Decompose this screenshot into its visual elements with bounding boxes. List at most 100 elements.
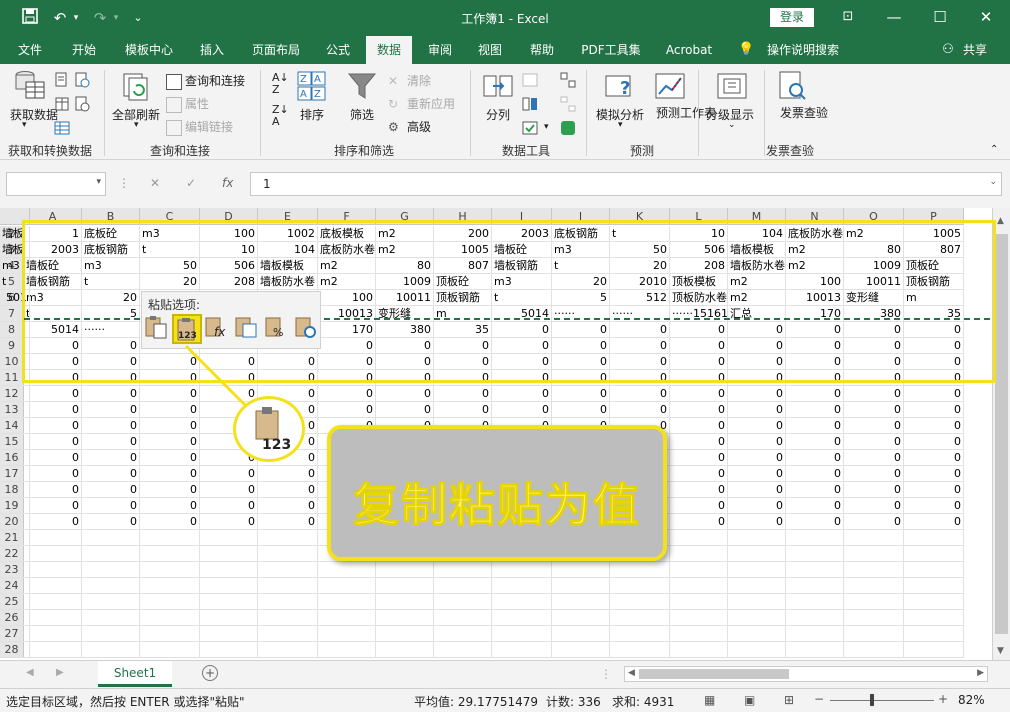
grid-cell[interactable]: 0 (24, 434, 82, 450)
grid-cell[interactable]: 0 (24, 514, 82, 530)
grid-cell[interactable] (258, 562, 318, 578)
grid-cell[interactable]: t (82, 274, 140, 290)
grid-cell[interactable]: 0 (904, 434, 964, 450)
column-header[interactable]: O (844, 208, 904, 225)
tab-help[interactable]: 帮助 (522, 36, 562, 64)
grid-cell[interactable]: 底板钢筋 (552, 226, 610, 242)
grid-cell[interactable]: 0 (318, 354, 376, 370)
grid-cell[interactable]: 墙板 (0, 242, 30, 258)
grid-cell[interactable]: 0 (492, 386, 552, 402)
grid-cell[interactable]: 10 (670, 226, 728, 242)
grid-cell[interactable]: 0 (140, 386, 200, 402)
what-if-dropdown-icon[interactable]: ▾ (618, 120, 623, 130)
grid-cell[interactable]: 0 (844, 338, 904, 354)
grid-cell[interactable] (0, 514, 30, 530)
grid-cell[interactable] (844, 562, 904, 578)
queries-connections-button[interactable]: 查询和连接 (166, 72, 245, 90)
column-header[interactable]: G (376, 208, 434, 225)
prev-sheet-icon[interactable]: ◀ (26, 667, 34, 678)
grid-cell[interactable]: 0 (904, 418, 964, 434)
minimize-button[interactable]: — (882, 6, 906, 28)
grid-cell[interactable]: 1005 (904, 226, 964, 242)
grid-cell[interactable] (0, 338, 30, 354)
grid-cell[interactable] (140, 578, 200, 594)
grid-cell[interactable]: 墙板模板 (728, 242, 786, 258)
grid-cell[interactable] (670, 578, 728, 594)
grid-cell[interactable] (0, 434, 30, 450)
invoice-check-button[interactable]: 发票查验 (780, 106, 828, 120)
grid-cell[interactable]: 底板砼 (82, 226, 140, 242)
grid-cell[interactable]: 512 (610, 290, 670, 306)
grid-cell[interactable]: 0 (844, 498, 904, 514)
relationships-icon[interactable] (560, 96, 576, 112)
grid-cell[interactable]: 0 (728, 514, 786, 530)
grid-cell[interactable] (24, 530, 82, 546)
grid-cell[interactable]: 50 (140, 258, 200, 274)
zoom-in-icon[interactable]: + (938, 692, 948, 706)
grid-cell[interactable]: 200 (434, 226, 492, 242)
grid-cell[interactable]: 380 (376, 322, 434, 338)
scroll-up-icon[interactable]: ▲ (997, 216, 1004, 226)
grid-cell[interactable]: 0 (24, 354, 82, 370)
tab-formulas[interactable]: 公式 (318, 36, 358, 64)
grid-cell[interactable]: 0 (844, 402, 904, 418)
grid-cell[interactable]: 0 (844, 354, 904, 370)
grid-cell[interactable]: 0 (728, 386, 786, 402)
grid-cell[interactable]: 0 (24, 498, 82, 514)
grid-cell[interactable]: 0 (376, 402, 434, 418)
grid-cell[interactable] (552, 642, 610, 658)
grid-cell[interactable] (318, 594, 376, 610)
tab-split-grip-icon[interactable]: ⋮ (600, 667, 612, 681)
horizontal-scroll-thumb[interactable] (639, 669, 789, 679)
grid-cell[interactable]: 0 (786, 370, 844, 386)
grid-cell[interactable]: m3 (552, 242, 610, 258)
grid-cell[interactable]: 0 (904, 482, 964, 498)
grid-cell[interactable]: 0 (200, 370, 258, 386)
grid-cell[interactable] (904, 610, 964, 626)
name-box[interactable]: ▾ (6, 172, 106, 196)
enter-icon[interactable]: ✓ (186, 176, 196, 190)
grid-cell[interactable]: 0 (376, 370, 434, 386)
from-text-icon[interactable] (54, 72, 70, 88)
grid-cell[interactable] (786, 642, 844, 658)
grid-cell[interactable]: 5 (552, 290, 610, 306)
add-sheet-icon[interactable]: + (202, 665, 218, 681)
grid-cell[interactable]: 0 (318, 338, 376, 354)
grid-cell[interactable] (670, 594, 728, 610)
normal-view-icon[interactable]: ▦ (704, 693, 715, 707)
grid-cell[interactable]: 0 (200, 386, 258, 402)
grid-cell[interactable] (844, 530, 904, 546)
grid-cell[interactable] (0, 370, 30, 386)
grid-cell[interactable]: 0 (670, 402, 728, 418)
grid-cell[interactable]: m3 (140, 226, 200, 242)
grid-cell[interactable]: 墙板 (0, 226, 30, 242)
grid-cell[interactable]: 顶板防水卷 (670, 290, 728, 306)
advanced-button[interactable]: ⚙ 高级 (388, 118, 431, 136)
grid-cell[interactable]: 0 (140, 418, 200, 434)
grid-cell[interactable]: 100 (318, 290, 376, 306)
grid-cell[interactable]: 0 (904, 338, 964, 354)
grid-cell[interactable]: 0 (904, 354, 964, 370)
grid-cell[interactable]: 506 (670, 242, 728, 258)
grid-cell[interactable]: 底板防水卷 (318, 242, 376, 258)
get-data-dropdown-icon[interactable]: ▾ (22, 120, 27, 130)
grid-cell[interactable] (434, 610, 492, 626)
grid-cell[interactable] (434, 562, 492, 578)
grid-cell[interactable]: 0 (786, 434, 844, 450)
grid-cell[interactable]: 0 (728, 370, 786, 386)
grid-cell[interactable] (610, 610, 670, 626)
grid-cell[interactable]: 0 (140, 434, 200, 450)
grid-cell[interactable] (24, 594, 82, 610)
grid-cell[interactable] (0, 530, 30, 546)
grid-cell[interactable]: 0 (140, 482, 200, 498)
scroll-down-icon[interactable]: ▼ (997, 646, 1004, 656)
tab-view[interactable]: 视图 (470, 36, 510, 64)
grid-cell[interactable]: 0 (258, 514, 318, 530)
grid-cell[interactable]: 0 (786, 418, 844, 434)
grid-cell[interactable] (376, 562, 434, 578)
grid-cell[interactable]: m3 (82, 258, 140, 274)
grid-cell[interactable] (24, 642, 82, 658)
grid-cell[interactable]: 0 (82, 514, 140, 530)
grid-cell[interactable] (82, 626, 140, 642)
zoom-slider-thumb[interactable] (870, 694, 874, 706)
